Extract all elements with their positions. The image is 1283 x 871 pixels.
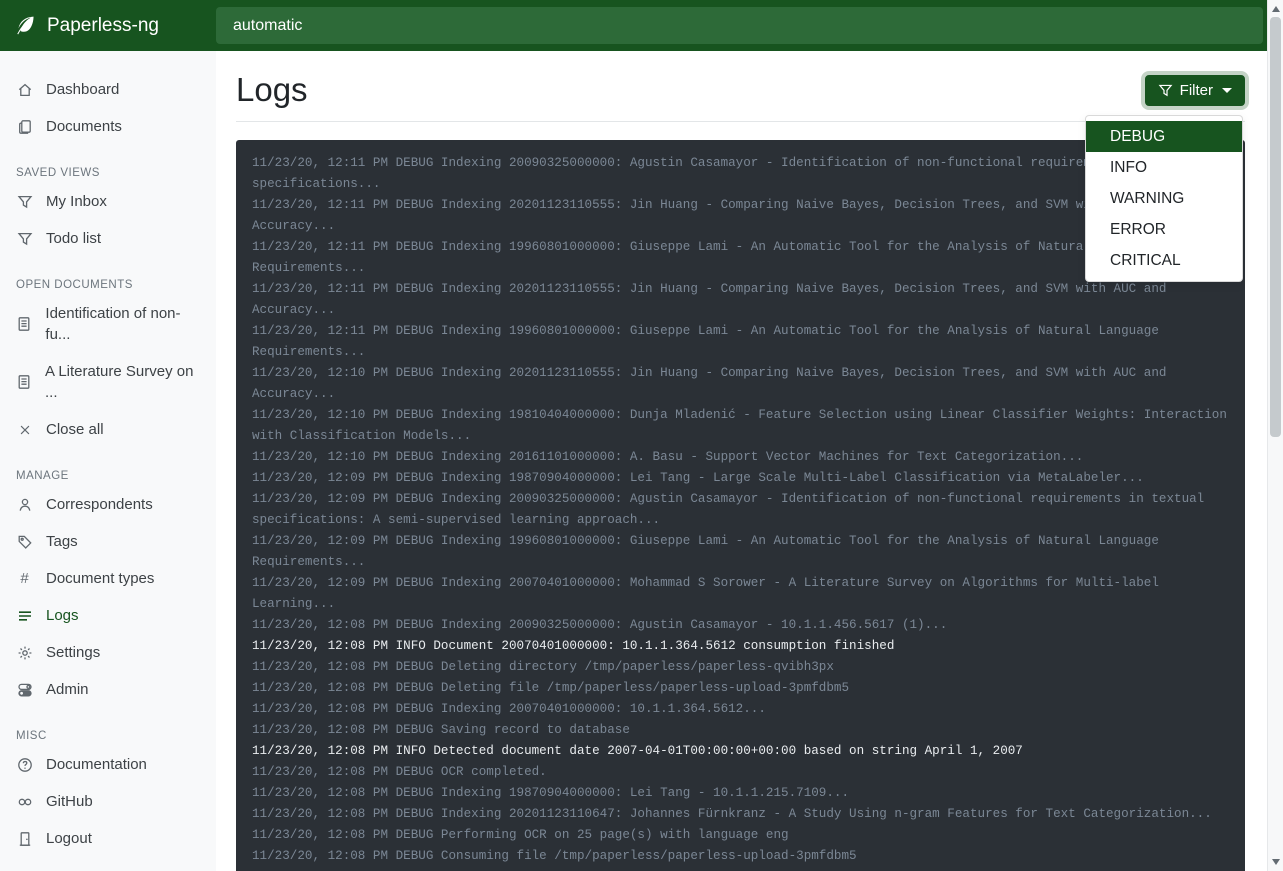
log-line: 11/23/20, 12:11 PM DEBUG Indexing 202011… [252, 195, 1229, 237]
search-input[interactable] [216, 7, 1263, 44]
log-line: 11/23/20, 12:09 PM DEBUG Indexing 200903… [252, 489, 1229, 531]
sidebar-section-misc: MISC [16, 730, 200, 742]
dropdown-item-error[interactable]: ERROR [1086, 214, 1242, 245]
log-line: 11/23/20, 12:08 PM DEBUG OCR completed. [252, 762, 1229, 783]
funnel-icon [1158, 83, 1173, 98]
log-line: 11/23/20, 12:09 PM DEBUG Indexing 199608… [252, 531, 1229, 573]
home-icon [16, 81, 33, 98]
dropdown-item-debug[interactable]: DEBUG [1086, 121, 1242, 152]
scroll-up-icon[interactable] [1272, 6, 1280, 12]
sidebar: Dashboard Documents SAVED VIEWS My Inbox… [0, 51, 216, 871]
sidebar-item-correspondents[interactable]: Correspondents [0, 486, 216, 523]
sidebar-item-my-inbox[interactable]: My Inbox [0, 183, 216, 220]
log-line: 11/23/20, 12:08 PM DEBUG Indexing 202011… [252, 804, 1229, 825]
funnel-icon [16, 193, 33, 210]
top-navbar: Paperless-ng [0, 0, 1267, 51]
hash-icon: # [16, 570, 33, 587]
door-icon [16, 830, 33, 847]
scroll-down-icon[interactable] [1272, 859, 1280, 865]
file-text-icon [16, 316, 32, 333]
sidebar-section-open-documents: OPEN DOCUMENTS [16, 279, 200, 291]
sidebar-item-settings[interactable]: Settings [0, 634, 216, 671]
log-line: 11/23/20, 12:09 PM DEBUG Indexing 198709… [252, 468, 1229, 489]
log-line: 11/23/20, 12:08 PM DEBUG Saving record t… [252, 720, 1229, 741]
window-scrollbar-thumb[interactable] [1270, 17, 1281, 437]
log-line: 11/23/20, 12:10 PM DEBUG Indexing 202011… [252, 363, 1229, 405]
sidebar-item-documents[interactable]: Documents [0, 108, 216, 145]
toggles-icon [16, 681, 33, 698]
log-line: 11/23/20, 12:08 PM DEBUG Indexing 200704… [252, 699, 1229, 720]
sidebar-item-close-all[interactable]: Close all [0, 411, 216, 448]
brand[interactable]: Paperless-ng [0, 14, 216, 37]
dropdown-item-warning[interactable]: WARNING [1086, 183, 1242, 214]
log-line: 11/23/20, 12:08 PM DEBUG Indexing 198709… [252, 783, 1229, 804]
sidebar-item-tags[interactable]: Tags [0, 523, 216, 560]
log-line: 11/23/20, 12:11 PM DEBUG Indexing 199608… [252, 321, 1229, 363]
sidebar-item-admin[interactable]: Admin [0, 671, 216, 708]
log-line: 11/23/20, 12:10 PM DEBUG Indexing 201611… [252, 447, 1229, 468]
log-line: 11/23/20, 12:10 PM DEBUG Indexing 198104… [252, 405, 1229, 447]
gear-icon [16, 644, 33, 661]
filter-button[interactable]: Filter [1145, 75, 1245, 106]
log-line: 11/23/20, 12:08 PM DEBUG Indexing 200903… [252, 615, 1229, 636]
list-icon [16, 607, 33, 624]
window-scrollbar[interactable] [1267, 0, 1283, 871]
log-line: 11/23/20, 12:11 PM DEBUG Indexing 199608… [252, 237, 1229, 279]
feather-logo-icon [14, 14, 37, 37]
sidebar-item-document-types[interactable]: # Document types [0, 560, 216, 597]
page-title: Logs [236, 68, 308, 112]
filter-dropdown-menu: DEBUG INFO WARNING ERROR CRITICAL [1085, 115, 1243, 282]
question-circle-icon [16, 756, 33, 773]
sidebar-section-manage: MANAGE [16, 470, 200, 482]
sidebar-item-logout[interactable]: Logout [0, 820, 216, 857]
close-icon [16, 421, 33, 438]
log-line: 11/23/20, 12:08 PM DEBUG Performing OCR … [252, 825, 1229, 846]
log-line: 11/23/20, 12:11 PM DEBUG Indexing 200903… [252, 153, 1229, 195]
sidebar-item-open-document-2[interactable]: A Literature Survey on ... [0, 353, 216, 411]
log-line: 11/23/20, 12:08 PM INFO Detected documen… [252, 741, 1229, 762]
log-line: 11/23/20, 12:08 PM INFO Document 2007040… [252, 636, 1229, 657]
sidebar-item-open-document-1[interactable]: Identification of non-fu... [0, 295, 216, 353]
person-icon [16, 496, 33, 513]
dropdown-item-critical[interactable]: CRITICAL [1086, 245, 1242, 276]
log-line: 11/23/20, 12:08 PM DEBUG Deleting file /… [252, 678, 1229, 699]
sidebar-item-logs[interactable]: Logs [0, 597, 216, 634]
log-line: 11/23/20, 12:08 PM DEBUG Deleting direct… [252, 657, 1229, 678]
caret-down-icon [1222, 88, 1232, 93]
dropdown-item-info[interactable]: INFO [1086, 152, 1242, 183]
filter-button-label: Filter [1180, 82, 1213, 99]
sidebar-item-documentation[interactable]: Documentation [0, 746, 216, 783]
sidebar-item-todo-list[interactable]: Todo list [0, 220, 216, 257]
app-window: Paperless-ng Dashboard Documents SAVED V… [0, 0, 1283, 871]
link-icon [16, 793, 33, 810]
sidebar-section-saved-views: SAVED VIEWS [16, 167, 200, 179]
log-line: 11/23/20, 12:11 PM DEBUG Indexing 202011… [252, 279, 1229, 321]
file-text-icon [16, 374, 32, 391]
log-line: 11/23/20, 12:08 PM DEBUG Consuming file … [252, 846, 1229, 867]
log-line: 11/23/20, 12:09 PM DEBUG Indexing 200704… [252, 573, 1229, 615]
sidebar-item-dashboard[interactable]: Dashboard [0, 71, 216, 108]
brand-label: Paperless-ng [47, 15, 159, 37]
documents-icon [16, 118, 33, 135]
sidebar-item-github[interactable]: GitHub [0, 783, 216, 820]
tag-icon [16, 533, 33, 550]
funnel-icon [16, 230, 33, 247]
